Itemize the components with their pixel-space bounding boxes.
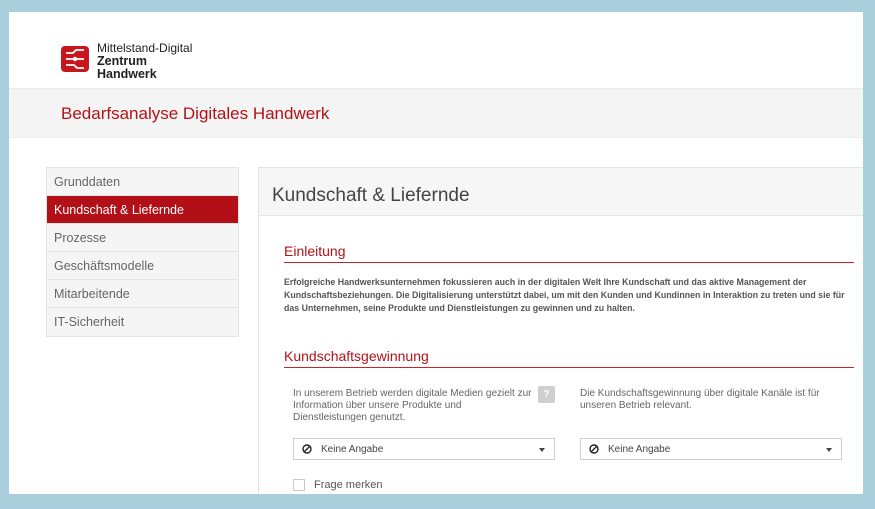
brand-line-3: Handwerk: [97, 67, 157, 81]
zentrum-logo-icon: [61, 46, 89, 72]
remember-checkbox[interactable]: [293, 479, 305, 491]
sidebar-nav: Grunddaten Kundschaft & Liefernde Prozes…: [46, 167, 239, 337]
section-heading-einleitung: Einleitung: [284, 243, 346, 259]
remember-question[interactable]: Frage merken: [293, 479, 382, 491]
section-heading-kundschaftsgewinnung: Kundschaftsgewinnung: [284, 348, 429, 364]
app-window: Mittelstand-Digital Zentrum Handwerk Bed…: [9, 12, 863, 494]
question-digitale-medien: In unserem Betrieb werden digitale Medie…: [293, 388, 532, 423]
chevron-down-icon: [539, 448, 545, 452]
question-kundschaftsgewinnung: Die Kundschaftsgewinnung über digitale K…: [580, 388, 820, 411]
chevron-down-icon: [826, 448, 832, 452]
sidebar-item-grunddaten[interactable]: Grunddaten: [47, 168, 238, 196]
brand-name: Mittelstand-Digital Zentrum Handwerk: [97, 42, 192, 81]
section-divider: [284, 367, 854, 368]
intro-text: Erfolgreiche Handwerksunternehmen fokuss…: [284, 277, 845, 313]
select-value: Keine Angabe: [608, 443, 671, 455]
brand-logo-block[interactable]: Mittelstand-Digital Zentrum Handwerk: [61, 42, 192, 81]
no-entry-icon: [589, 444, 599, 454]
app-title: Bedarfsanalyse Digitales Handwerk: [61, 104, 330, 123]
sidebar-item-geschaeftsmodelle[interactable]: Geschäftsmodelle: [47, 252, 238, 280]
no-entry-icon: [302, 444, 312, 454]
content-panel: Kundschaft & Liefernde Einleitung Erfolg…: [258, 167, 863, 494]
answer-select-2[interactable]: Keine Angabe: [580, 438, 842, 460]
sidebar-item-it-sicherheit[interactable]: IT-Sicherheit: [47, 308, 238, 336]
answer-select-1[interactable]: Keine Angabe: [293, 438, 555, 460]
sidebar-item-prozesse[interactable]: Prozesse: [47, 224, 238, 252]
section-divider: [284, 262, 854, 263]
remember-label: Frage merken: [314, 479, 383, 491]
page-title: Kundschaft & Liefernde: [272, 185, 470, 206]
select-value: Keine Angabe: [321, 443, 384, 455]
sidebar-item-kundschaft-liefernde[interactable]: Kundschaft & Liefernde: [47, 196, 238, 224]
sidebar-item-mitarbeitende[interactable]: Mitarbeitende: [47, 280, 238, 308]
help-icon[interactable]: ?: [538, 386, 555, 403]
title-bar: Bedarfsanalyse Digitales Handwerk: [9, 88, 863, 138]
